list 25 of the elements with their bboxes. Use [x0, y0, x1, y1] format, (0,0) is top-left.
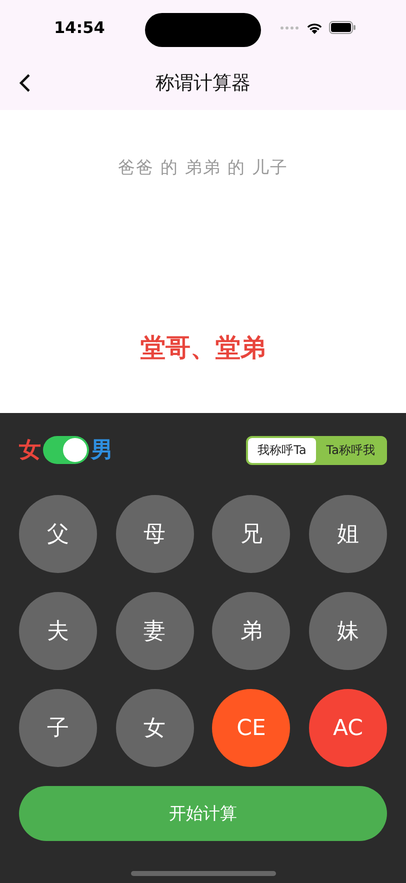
mode-tab[interactable]: Ta称呼我: [316, 438, 385, 462]
relation-key[interactable]: 女: [116, 689, 194, 767]
all-clear-key[interactable]: AC: [308, 689, 387, 767]
male-label: 男: [91, 437, 113, 465]
status-time: 14:54: [54, 18, 105, 37]
clear-entry-key[interactable]: CE: [212, 689, 290, 767]
gender-switch[interactable]: [43, 436, 89, 464]
result-text: 堂哥、堂弟: [140, 332, 266, 364]
relation-key[interactable]: 夫: [19, 592, 97, 670]
mode-tab[interactable]: 我称呼Ta: [248, 438, 316, 462]
wifi-icon: [306, 22, 323, 34]
relation-key[interactable]: 兄: [212, 495, 290, 573]
relation-key[interactable]: 妻: [116, 592, 194, 670]
battery-icon: [329, 21, 356, 34]
page-title: 称谓计算器: [156, 70, 250, 96]
female-label: 女: [19, 437, 41, 465]
signal-icon: [280, 26, 300, 30]
relation-key[interactable]: 母: [116, 495, 194, 573]
relation-key[interactable]: 父: [19, 495, 97, 573]
back-icon[interactable]: [18, 73, 32, 93]
relation-key[interactable]: 姐: [308, 495, 387, 573]
relation-expression: 爸爸 的 弟弟 的 儿子: [118, 157, 288, 179]
relation-key[interactable]: 弟: [212, 592, 290, 670]
relation-key[interactable]: 妹: [308, 592, 387, 670]
relation-key[interactable]: 子: [19, 689, 97, 767]
